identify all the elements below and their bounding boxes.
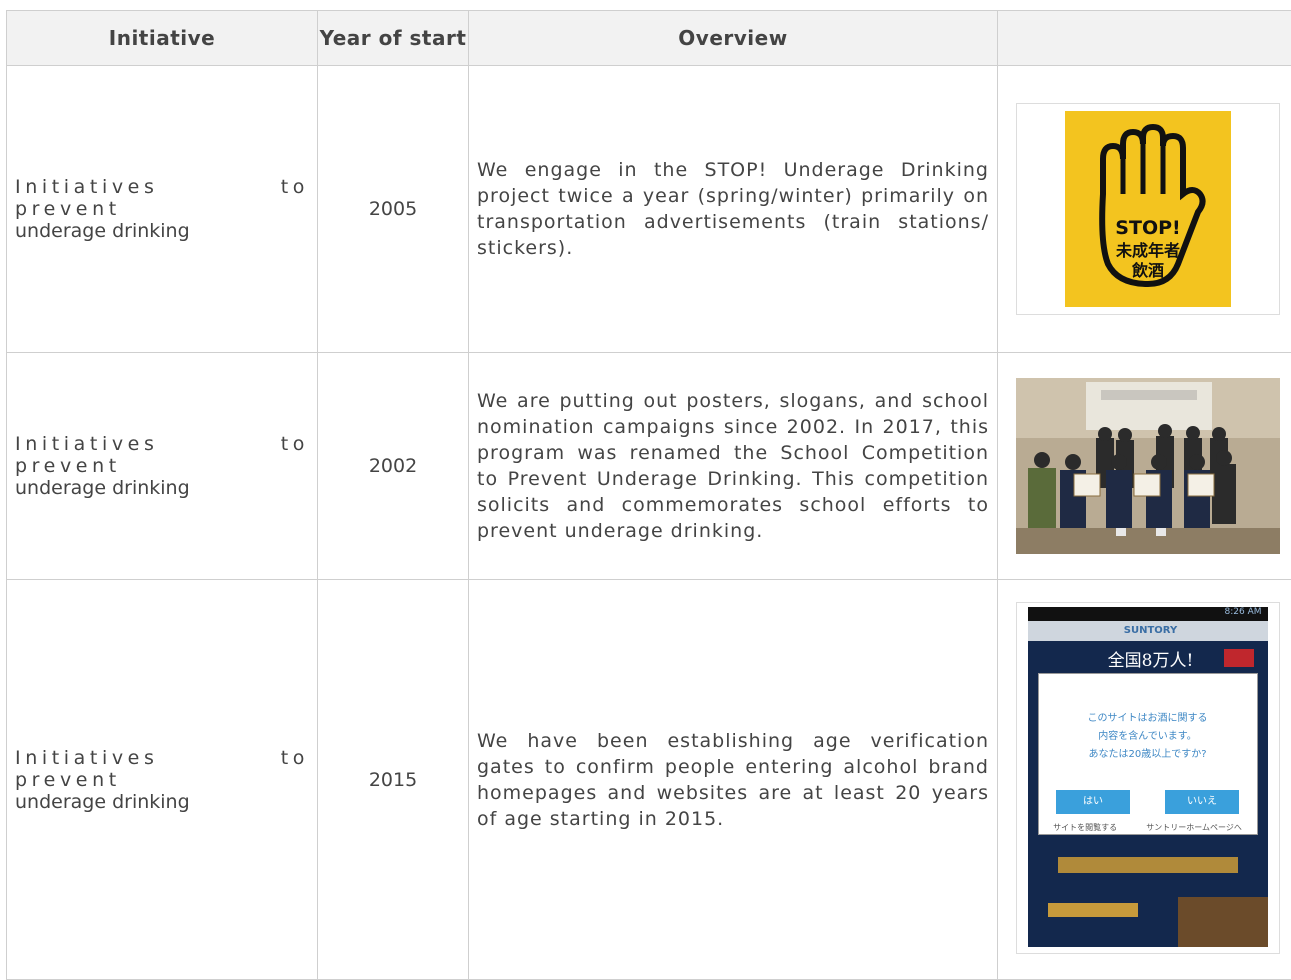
initiative-text-line2: underage drinking bbox=[15, 791, 309, 813]
phone-brand-header: SUNTORY bbox=[1028, 621, 1268, 641]
phone-gold-button bbox=[1058, 857, 1238, 873]
header-year-of-start: Year of start bbox=[318, 11, 469, 66]
no-button: いいえ bbox=[1165, 790, 1239, 814]
table-row: Initiatives to prevent underage drinking… bbox=[7, 580, 1291, 980]
overview-cell: We engage in the STOP! Underage Drinking… bbox=[469, 66, 998, 353]
initiative-text-line1: Initiatives to prevent bbox=[15, 747, 309, 791]
stop-sign-background: STOP! 未成年者 飲酒 bbox=[1065, 111, 1231, 307]
stop-text: STOP! bbox=[1115, 217, 1180, 239]
age-gate-line2: 内容を含んでいます。 bbox=[1039, 728, 1257, 746]
table-header-row: Initiative Year of start Overview bbox=[7, 11, 1291, 66]
phone-red-tag bbox=[1224, 649, 1254, 667]
phone-status-bar: 8:26 AM bbox=[1028, 607, 1268, 621]
initiative-cell: Initiatives to prevent underage drinking bbox=[7, 580, 318, 980]
table-row: Initiatives to prevent underage drinking… bbox=[7, 353, 1291, 580]
view-site-label: サイトを閲覧する bbox=[1053, 822, 1117, 833]
initiative-text-line2: underage drinking bbox=[15, 220, 309, 242]
image-cell: 8:26 AM SUNTORY 全国8万人! このサイトはお酒に関する 内容を含… bbox=[998, 580, 1291, 980]
age-gate-buttons: はい いいえ bbox=[1039, 790, 1257, 814]
age-gate-message: このサイトはお酒に関する 内容を含んでいます。 あなたは20歳以上ですか? bbox=[1039, 710, 1257, 764]
age-verification-phone-image: 8:26 AM SUNTORY 全国8万人! このサイトはお酒に関する 内容を含… bbox=[1016, 602, 1280, 954]
award-ceremony-photo bbox=[1016, 378, 1280, 554]
initiative-cell: Initiatives to prevent underage drinking bbox=[7, 353, 318, 580]
home-link-label: サントリーホームページへ bbox=[1146, 822, 1242, 833]
header-image bbox=[998, 11, 1291, 66]
phone-screen: 8:26 AM SUNTORY 全国8万人! このサイトはお酒に関する 内容を含… bbox=[1028, 607, 1268, 947]
phone-product-image bbox=[1178, 897, 1268, 947]
initiative-text-line1: Initiatives to prevent bbox=[15, 176, 309, 220]
stop-hand-icon: STOP! 未成年者 飲酒 bbox=[1078, 124, 1218, 294]
initiative-text-line1: Initiatives to prevent bbox=[15, 433, 309, 477]
age-gate-dialog: このサイトはお酒に関する 内容を含んでいます。 あなたは20歳以上ですか? はい… bbox=[1038, 673, 1258, 835]
stop-underage-drinking-image: STOP! 未成年者 飲酒 bbox=[1016, 103, 1280, 315]
image-cell: STOP! 未成年者 飲酒 bbox=[998, 66, 1291, 353]
initiative-text-line2: underage drinking bbox=[15, 477, 309, 499]
image-cell bbox=[998, 353, 1291, 580]
stop-jp-text-2: 飲酒 bbox=[1130, 261, 1163, 280]
age-gate-line1: このサイトはお酒に関する bbox=[1039, 710, 1257, 728]
header-initiative: Initiative bbox=[7, 11, 318, 66]
age-gate-sublinks: サイトを閲覧する サントリーホームページへ bbox=[1039, 822, 1257, 833]
overview-cell: We have been establishing age verificati… bbox=[469, 580, 998, 980]
age-gate-line3: あなたは20歳以上ですか? bbox=[1039, 746, 1257, 764]
table-row: Initiatives to prevent underage drinking… bbox=[7, 66, 1291, 353]
year-cell: 2015 bbox=[318, 580, 469, 980]
stop-jp-text-1: 未成年者 bbox=[1114, 241, 1179, 260]
year-cell: 2002 bbox=[318, 353, 469, 580]
phone-gold-tag bbox=[1048, 903, 1138, 917]
year-cell: 2005 bbox=[318, 66, 469, 353]
initiative-cell: Initiatives to prevent underage drinking bbox=[7, 66, 318, 353]
initiatives-table: Initiative Year of start Overview Initia… bbox=[6, 10, 1291, 980]
header-overview: Overview bbox=[469, 11, 998, 66]
yes-button: はい bbox=[1056, 790, 1130, 814]
overview-cell: We are putting out posters, slogans, and… bbox=[469, 353, 998, 580]
